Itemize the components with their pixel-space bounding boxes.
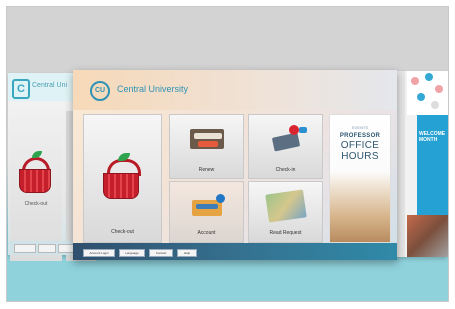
- dot-icon: [417, 93, 425, 101]
- poster-small-heading: EVENTS: [351, 125, 368, 130]
- credit-card-icon: [196, 204, 218, 209]
- checkin-tile-label: Check-in: [275, 167, 296, 173]
- arrow-icon: [299, 127, 307, 133]
- left-window-checkout-tile[interactable]: [10, 111, 62, 261]
- account-tile[interactable]: Account: [169, 181, 244, 243]
- main-window[interactable]: CU Central University Check-out Renew Ch…: [73, 70, 397, 260]
- read-request-tile-label: Read Request: [269, 230, 302, 236]
- map-icon: [265, 189, 307, 223]
- main-window-header: CU Central University: [73, 70, 397, 110]
- dot-icon: [435, 85, 443, 93]
- dot-icon: [425, 73, 433, 81]
- left-window-logo-icon: C: [12, 79, 30, 99]
- left-window-footer-button[interactable]: [38, 244, 56, 253]
- checkin-tile[interactable]: Check-in: [248, 114, 323, 179]
- poster-line: PROFESSOR: [339, 133, 381, 139]
- shopping-basket-icon: [103, 173, 139, 199]
- office-hours-poster[interactable]: EVENTS PROFESSOR OFFICE HOURS: [329, 114, 391, 243]
- right-window-promo-panel[interactable]: [417, 115, 448, 215]
- account-login-button[interactable]: Account Login: [83, 249, 115, 257]
- left-window-title: Central Uni: [32, 82, 68, 89]
- book-page-icon: [194, 133, 222, 139]
- poster-line: OFFICE: [340, 140, 380, 151]
- poster-line: HOURS: [341, 151, 379, 162]
- book-return-icon: [271, 132, 301, 152]
- language-button[interactable]: Language: [119, 249, 145, 257]
- right-window-photo: [407, 215, 448, 257]
- backdrop-band: [7, 7, 448, 73]
- backdrop-floor: [7, 257, 448, 301]
- renew-tile-label: Renew: [198, 167, 215, 173]
- shopping-basket-icon: [19, 169, 51, 193]
- right-window-dots-pattern: [407, 71, 448, 115]
- help-button[interactable]: Help: [177, 249, 197, 257]
- checkout-tile-label: Check-out: [111, 229, 134, 235]
- screenshot-frame: C Central Uni Check-out WELCOME MONTH CU…: [6, 6, 449, 302]
- dot-icon: [411, 77, 419, 85]
- left-window-tile-caption: Check-out: [24, 201, 48, 207]
- left-window-footer-button[interactable]: [14, 244, 36, 253]
- read-request-tile[interactable]: Read Request: [248, 181, 323, 243]
- right-window[interactable]: WELCOME MONTH: [393, 71, 448, 257]
- main-window-title: Central University: [117, 84, 189, 94]
- dot-icon: [431, 101, 439, 109]
- magnet-icon: [289, 125, 299, 135]
- renew-tile[interactable]: Renew: [169, 114, 244, 179]
- checkout-tile[interactable]: Check-out: [83, 114, 162, 243]
- right-window-panel-text: WELCOME MONTH: [419, 131, 446, 143]
- book-spine-icon: [198, 141, 218, 147]
- info-badge-icon: [216, 194, 225, 203]
- university-logo-icon: CU: [90, 81, 110, 101]
- contact-button[interactable]: Contact: [149, 249, 173, 257]
- account-tile-label: Account: [197, 230, 216, 236]
